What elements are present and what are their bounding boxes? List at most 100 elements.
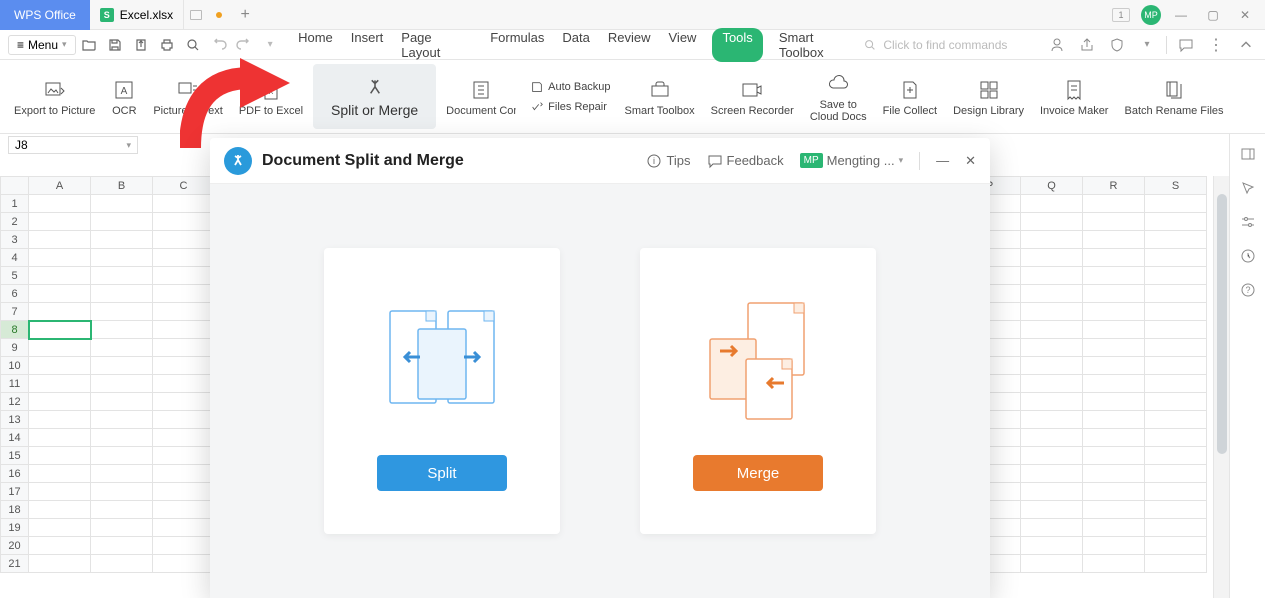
cell[interactable] xyxy=(91,213,153,231)
cell[interactable] xyxy=(91,483,153,501)
cell[interactable] xyxy=(91,357,153,375)
cell[interactable] xyxy=(29,357,91,375)
cell[interactable] xyxy=(1021,321,1083,339)
cell[interactable] xyxy=(153,285,215,303)
cell[interactable] xyxy=(1145,195,1207,213)
cell[interactable] xyxy=(29,267,91,285)
kebab-icon[interactable]: ⋮ xyxy=(1205,34,1227,56)
cell[interactable] xyxy=(153,483,215,501)
cell[interactable] xyxy=(91,411,153,429)
cell[interactable] xyxy=(29,375,91,393)
cell[interactable] xyxy=(1083,483,1145,501)
cell[interactable] xyxy=(1021,537,1083,555)
row-header[interactable]: 8 xyxy=(1,321,29,339)
row-header[interactable]: 6 xyxy=(1,285,29,303)
cell[interactable] xyxy=(153,321,215,339)
dialog-minimize-button[interactable]: — xyxy=(936,153,949,168)
split-or-merge-button[interactable]: Split or Merge xyxy=(313,64,436,129)
cell[interactable] xyxy=(153,303,215,321)
cell[interactable] xyxy=(1021,303,1083,321)
screen-recorder-button[interactable]: Screen Recorder xyxy=(705,64,800,129)
history-icon[interactable] xyxy=(1238,246,1258,266)
row-header[interactable]: 7 xyxy=(1,303,29,321)
row-header[interactable]: 12 xyxy=(1,393,29,411)
redo-icon[interactable] xyxy=(232,33,256,57)
cell[interactable] xyxy=(1083,537,1145,555)
row-header[interactable]: 1 xyxy=(1,195,29,213)
cell[interactable] xyxy=(1021,267,1083,285)
design-library-button[interactable]: Design Library xyxy=(947,64,1030,129)
cell[interactable] xyxy=(1083,231,1145,249)
cell[interactable] xyxy=(1145,249,1207,267)
tab-insert[interactable]: Insert xyxy=(349,28,386,62)
cell[interactable] xyxy=(29,411,91,429)
command-search[interactable]: Click to find commands xyxy=(863,38,1032,52)
cell[interactable] xyxy=(1145,429,1207,447)
cell[interactable] xyxy=(1083,357,1145,375)
cell[interactable] xyxy=(1145,267,1207,285)
presentation-icon[interactable] xyxy=(190,10,202,20)
cell[interactable] xyxy=(1021,249,1083,267)
cell[interactable] xyxy=(91,555,153,573)
cell[interactable] xyxy=(29,285,91,303)
cell[interactable] xyxy=(153,447,215,465)
cell[interactable] xyxy=(29,213,91,231)
cell[interactable] xyxy=(1021,357,1083,375)
tab-data[interactable]: Data xyxy=(560,28,591,62)
corner-cell[interactable] xyxy=(1,177,29,195)
row-header[interactable]: 21 xyxy=(1,555,29,573)
tab-home[interactable]: Home xyxy=(296,28,335,62)
export-icon[interactable] xyxy=(129,33,153,57)
cell[interactable] xyxy=(29,339,91,357)
chat-icon[interactable] xyxy=(1175,34,1197,56)
cell[interactable] xyxy=(1145,483,1207,501)
cell[interactable] xyxy=(153,213,215,231)
cell[interactable] xyxy=(1083,429,1145,447)
row-header[interactable]: 2 xyxy=(1,213,29,231)
cell[interactable] xyxy=(153,393,215,411)
cell[interactable] xyxy=(1021,393,1083,411)
column-header[interactable]: B xyxy=(91,177,153,195)
cell[interactable] xyxy=(91,429,153,447)
cell[interactable] xyxy=(1145,213,1207,231)
cell[interactable] xyxy=(1145,393,1207,411)
cell[interactable] xyxy=(91,285,153,303)
cell[interactable] xyxy=(29,249,91,267)
split-card[interactable]: Split xyxy=(324,248,560,534)
cell[interactable] xyxy=(153,195,215,213)
cell[interactable] xyxy=(1083,195,1145,213)
column-header[interactable]: Q xyxy=(1021,177,1083,195)
cell[interactable] xyxy=(1145,339,1207,357)
cell[interactable] xyxy=(29,501,91,519)
tab-page-layout[interactable]: Page Layout xyxy=(399,28,474,62)
row-header[interactable]: 4 xyxy=(1,249,29,267)
cell[interactable] xyxy=(153,411,215,429)
cell[interactable] xyxy=(1083,393,1145,411)
auto-backup-button[interactable]: Auto Backup xyxy=(526,78,614,96)
minimize-button[interactable]: — xyxy=(1169,3,1193,27)
cell[interactable] xyxy=(29,447,91,465)
cell[interactable] xyxy=(1083,267,1145,285)
undo-icon[interactable] xyxy=(207,33,231,57)
cell[interactable] xyxy=(153,267,215,285)
cell[interactable] xyxy=(91,321,153,339)
cell[interactable] xyxy=(1145,519,1207,537)
cell[interactable] xyxy=(1083,501,1145,519)
settings-sliders-icon[interactable] xyxy=(1238,212,1258,232)
select-icon[interactable] xyxy=(1238,178,1258,198)
cell[interactable] xyxy=(1021,213,1083,231)
column-header[interactable]: S xyxy=(1145,177,1207,195)
cell[interactable] xyxy=(1083,303,1145,321)
split-button[interactable]: Split xyxy=(377,455,507,491)
cell[interactable] xyxy=(91,249,153,267)
cell[interactable] xyxy=(29,483,91,501)
cell[interactable] xyxy=(29,231,91,249)
cell[interactable] xyxy=(1145,555,1207,573)
tips-button[interactable]: iTips xyxy=(646,153,690,169)
dialog-user[interactable]: MPMengting ... ▾ xyxy=(800,153,903,168)
row-header[interactable]: 5 xyxy=(1,267,29,285)
cell[interactable] xyxy=(1021,483,1083,501)
cell[interactable] xyxy=(153,231,215,249)
new-tab-button[interactable]: + xyxy=(230,0,260,30)
cell[interactable] xyxy=(153,339,215,357)
